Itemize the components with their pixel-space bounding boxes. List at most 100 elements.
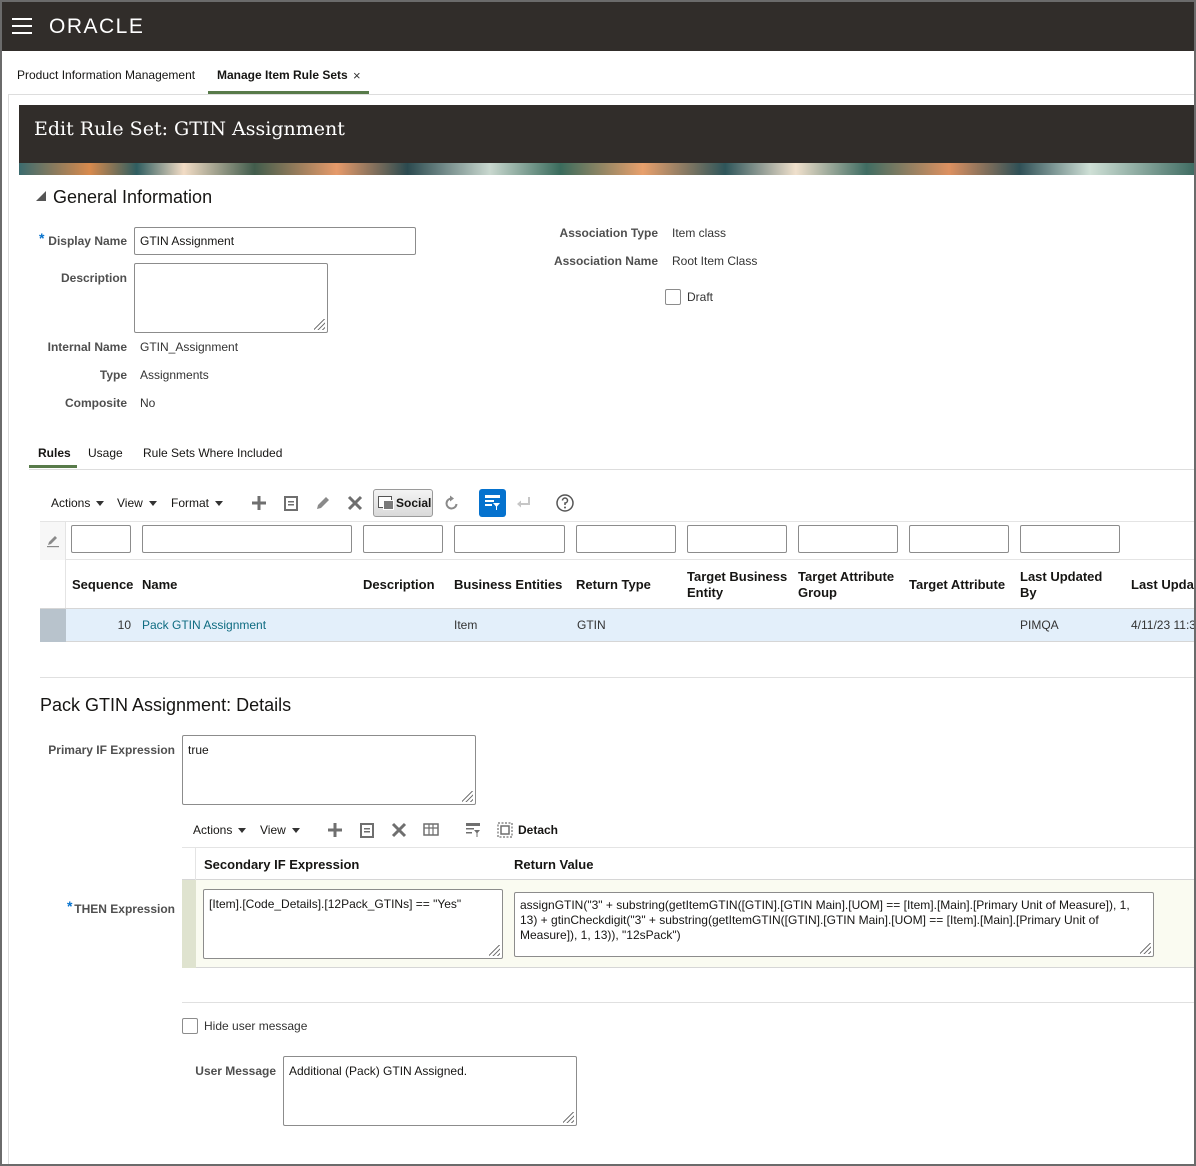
internal-name-value: GTIN_Assignment: [140, 340, 239, 354]
freeze-columns-icon[interactable]: [422, 821, 440, 839]
tab-rules[interactable]: Rules: [38, 446, 71, 460]
delete-icon[interactable]: [346, 494, 364, 512]
draft-label: Draft: [687, 290, 714, 304]
column-header-last-updated-by[interactable]: Last Updated By: [1020, 569, 1115, 601]
edit-icon[interactable]: [314, 494, 332, 512]
detach-button[interactable]: Detach: [518, 823, 558, 837]
column-header-sequence[interactable]: Sequence: [72, 577, 133, 593]
resize-handle-icon[interactable]: [462, 791, 473, 802]
section-divider: [40, 677, 1196, 678]
column-header-secondary-if[interactable]: Secondary IF Expression: [204, 857, 359, 873]
actions-menu[interactable]: Actions: [51, 496, 105, 510]
column-header-name[interactable]: Name: [142, 577, 177, 593]
tab-manage-item-rule-sets[interactable]: Manage Item Rule Sets: [217, 68, 348, 82]
user-message-value: Additional (Pack) GTIN Assigned.: [289, 1064, 468, 1078]
details-actions-menu[interactable]: Actions: [193, 823, 247, 837]
target-attribute-group-filter-input[interactable]: [798, 525, 898, 553]
enter-icon[interactable]: [515, 494, 533, 512]
column-header-target-business-entity[interactable]: Target Business Entity: [687, 569, 792, 601]
view-menu[interactable]: View: [117, 496, 157, 510]
section-divider: [182, 1002, 1196, 1003]
tab-product-information-management[interactable]: Product Information Management: [17, 68, 195, 82]
refresh-icon[interactable]: [443, 494, 461, 512]
target-attribute-filter-input[interactable]: [909, 525, 1009, 553]
then-expression-label: THEN Expression: [74, 902, 175, 916]
description-label: Description: [60, 271, 127, 285]
format-menu-label: Format: [171, 496, 210, 510]
resize-handle-icon[interactable]: [563, 1112, 574, 1123]
primary-if-label: Primary IF Expression: [48, 743, 175, 757]
tab-rule-sets-where-included[interactable]: Rule Sets Where Included: [143, 446, 282, 460]
delete-icon[interactable]: [390, 821, 408, 839]
query-by-example-icon: [485, 495, 500, 510]
column-header-return-value[interactable]: Return Value: [514, 857, 593, 873]
display-name-input[interactable]: GTIN Assignment: [134, 227, 416, 255]
format-menu[interactable]: Format: [171, 496, 224, 510]
view-menu-label: View: [117, 496, 143, 510]
tab-usage[interactable]: Usage: [88, 446, 123, 460]
hide-user-message-label: Hide user message: [204, 1019, 308, 1033]
general-information-title: General Information: [53, 187, 213, 207]
composite-label: Composite: [64, 396, 127, 410]
chevron-down-icon: [238, 828, 247, 834]
description-textarea[interactable]: [134, 263, 328, 333]
cell-sequence: 10: [117, 618, 131, 632]
cell-last-updated: 4/11/23 11:3: [1131, 618, 1196, 632]
description-filter-input[interactable]: [363, 525, 443, 553]
resize-handle-icon[interactable]: [489, 945, 500, 956]
duplicate-icon[interactable]: [358, 821, 376, 839]
row-selector[interactable]: [40, 609, 66, 642]
association-type-label: Association Type: [559, 226, 658, 240]
type-label: Type: [99, 368, 127, 382]
secondary-if-value: [Item].[Code_Details].[12Pack_GTINs] == …: [209, 897, 462, 911]
column-header-return-type[interactable]: Return Type: [576, 577, 651, 593]
return-value-textarea[interactable]: assignGTIN("3" + substring(getItemGTIN([…: [514, 892, 1154, 957]
clear-filter-icon[interactable]: [46, 534, 60, 548]
column-header-description[interactable]: Description: [363, 577, 435, 593]
display-name-label: Display Name: [48, 234, 127, 248]
chevron-down-icon: [96, 501, 105, 507]
business-entities-filter-input[interactable]: [454, 525, 565, 553]
required-indicator: *: [39, 230, 45, 246]
association-name-label: Association Name: [553, 254, 658, 268]
primary-if-textarea[interactable]: true: [182, 735, 476, 805]
user-message-textarea[interactable]: Additional (Pack) GTIN Assigned.: [283, 1056, 577, 1126]
details-view-menu[interactable]: View: [260, 823, 300, 837]
hide-user-message-checkbox[interactable]: [182, 1018, 198, 1034]
hamburger-menu-icon[interactable]: [12, 18, 32, 34]
cell-return-type: GTIN: [577, 618, 606, 632]
column-header-business-entities[interactable]: Business Entities: [454, 577, 562, 593]
cell-business-entities: Item: [454, 618, 478, 632]
column-header-last-updated[interactable]: Last Upda: [1131, 577, 1194, 593]
resize-handle-icon[interactable]: [314, 319, 325, 330]
add-icon[interactable]: [326, 821, 344, 839]
page-title: Edit Rule Set: GTIN Assignment: [34, 118, 345, 140]
social-button[interactable]: Social: [373, 489, 433, 517]
cell-name-link[interactable]: Pack GTIN Assignment: [142, 618, 266, 632]
collapse-triangle-icon[interactable]: [36, 191, 46, 201]
resize-handle-icon[interactable]: [1140, 943, 1151, 954]
sequence-filter-input[interactable]: [71, 525, 131, 553]
draft-checkbox[interactable]: [665, 289, 681, 305]
target-business-entity-filter-input[interactable]: [687, 525, 787, 553]
filter-edge-cell: [40, 522, 66, 560]
detach-icon[interactable]: [496, 821, 514, 839]
secondary-if-textarea[interactable]: [Item].[Code_Details].[12Pack_GTINs] == …: [203, 889, 503, 959]
chevron-down-icon: [148, 501, 157, 507]
return-type-filter-input[interactable]: [576, 525, 676, 553]
column-header-target-attribute[interactable]: Target Attribute: [909, 577, 1005, 593]
name-filter-input[interactable]: [142, 525, 352, 553]
duplicate-icon[interactable]: [282, 494, 300, 512]
help-icon[interactable]: [555, 493, 574, 512]
query-by-example-icon[interactable]: [464, 821, 482, 839]
column-header-target-attribute-group[interactable]: Target Attribute Group: [798, 569, 903, 601]
close-tab-icon[interactable]: ×: [353, 68, 361, 83]
last-updated-by-filter-input[interactable]: [1020, 525, 1120, 553]
add-icon[interactable]: [250, 494, 268, 512]
query-by-example-button[interactable]: [479, 489, 506, 517]
details-row-selector[interactable]: [182, 880, 196, 968]
type-value: Assignments: [140, 368, 209, 382]
user-message-label: User Message: [195, 1064, 276, 1078]
actions-menu-label: Actions: [51, 496, 91, 510]
composite-value: No: [140, 396, 156, 410]
